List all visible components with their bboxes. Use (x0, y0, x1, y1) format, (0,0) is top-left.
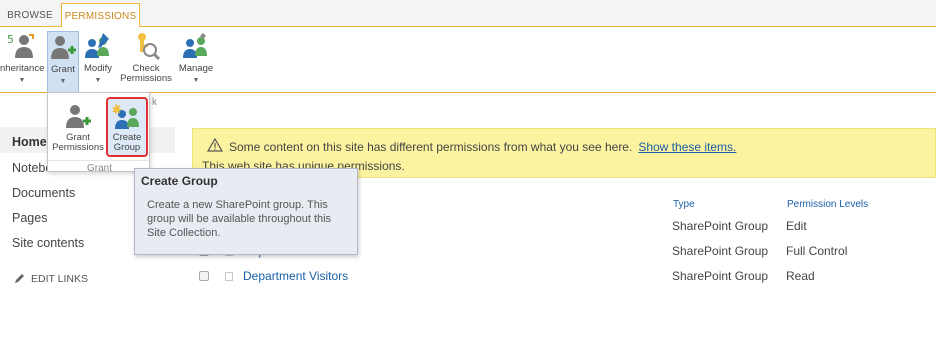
manage-icon (183, 33, 207, 58)
inheritance-icon: 5 (7, 33, 34, 58)
create-group-label-2: Group (113, 142, 141, 153)
chevron-down-icon: ▼ (192, 77, 200, 84)
grant-icon (51, 36, 76, 59)
column-header-type[interactable]: Type (673, 199, 695, 210)
group-type: SharePoint Group (672, 269, 769, 283)
group-type: SharePoint Group (672, 219, 769, 233)
chevron-down-icon: ▼ (94, 77, 102, 84)
grant-button[interactable]: Grant ▼ (47, 31, 79, 94)
check-permissions-button[interactable]: Check Permissions (119, 31, 173, 84)
warning-message: Some content on this site has different … (229, 140, 736, 154)
permission-level: Read (786, 269, 815, 283)
grant-permissions-button[interactable]: Grant Permissions (52, 101, 104, 153)
tab-browse[interactable]: BROWSE (0, 3, 60, 28)
group-icon (225, 272, 233, 281)
permission-level: Full Control (786, 244, 848, 258)
warning-text: Some content on this site has different … (229, 140, 633, 154)
tab-permissions[interactable]: PERMISSIONS (61, 3, 140, 28)
table-row: Department Visitors SharePoint Group Rea… (0, 269, 936, 291)
create-group-icon (112, 103, 139, 129)
grant-dropdown-menu: Grant Permissions Create Group Grant (47, 92, 151, 174)
check-permissions-label-2: Permissions (120, 73, 172, 84)
modify-button[interactable]: Modify ▼ (82, 31, 114, 86)
tooltip-body: Create a new SharePoint group. This grou… (147, 199, 332, 239)
inheritance-label: nheritance (0, 63, 45, 74)
chevron-down-icon: ▼ (59, 78, 67, 85)
create-group-tooltip: Create Group Create a new SharePoint gro… (134, 168, 358, 255)
group-type: SharePoint Group (672, 244, 769, 258)
grant-permissions-icon (66, 105, 91, 128)
create-group-button[interactable]: Create Group (106, 97, 148, 157)
row-checkbox[interactable] (199, 271, 209, 281)
manage-label: Manage (178, 63, 214, 74)
manage-button[interactable]: Manage ▼ (177, 31, 215, 86)
ribbon: 5 nheritance ▼ Grant ▼ Modify ▼ Check Pe… (0, 27, 936, 108)
grant-label: Grant (51, 64, 75, 75)
warning-icon (207, 138, 223, 152)
group-name-link[interactable]: Department Visitors (243, 269, 348, 283)
chevron-down-icon: ▼ (18, 77, 26, 84)
ribbon-group-label-check: k (152, 97, 157, 108)
nav-item-home[interactable]: Home (12, 135, 47, 149)
check-permissions-icon (138, 33, 161, 61)
modify-label: Modify (84, 63, 112, 74)
permission-level: Edit (786, 219, 807, 233)
nav-item-documents[interactable]: Documents (12, 186, 75, 200)
modify-icon (85, 33, 109, 58)
column-header-permission-levels[interactable]: Permission Levels (787, 199, 868, 210)
show-items-link[interactable]: Show these items. (638, 140, 736, 154)
ribbon-tab-strip: BROWSE PERMISSIONS (0, 0, 936, 28)
grant-permissions-label-2: Permissions (52, 142, 104, 153)
tooltip-title: Create Group (141, 174, 218, 188)
inheritance-button[interactable]: 5 nheritance ▼ (0, 31, 44, 86)
svg-text:5: 5 (7, 33, 14, 46)
